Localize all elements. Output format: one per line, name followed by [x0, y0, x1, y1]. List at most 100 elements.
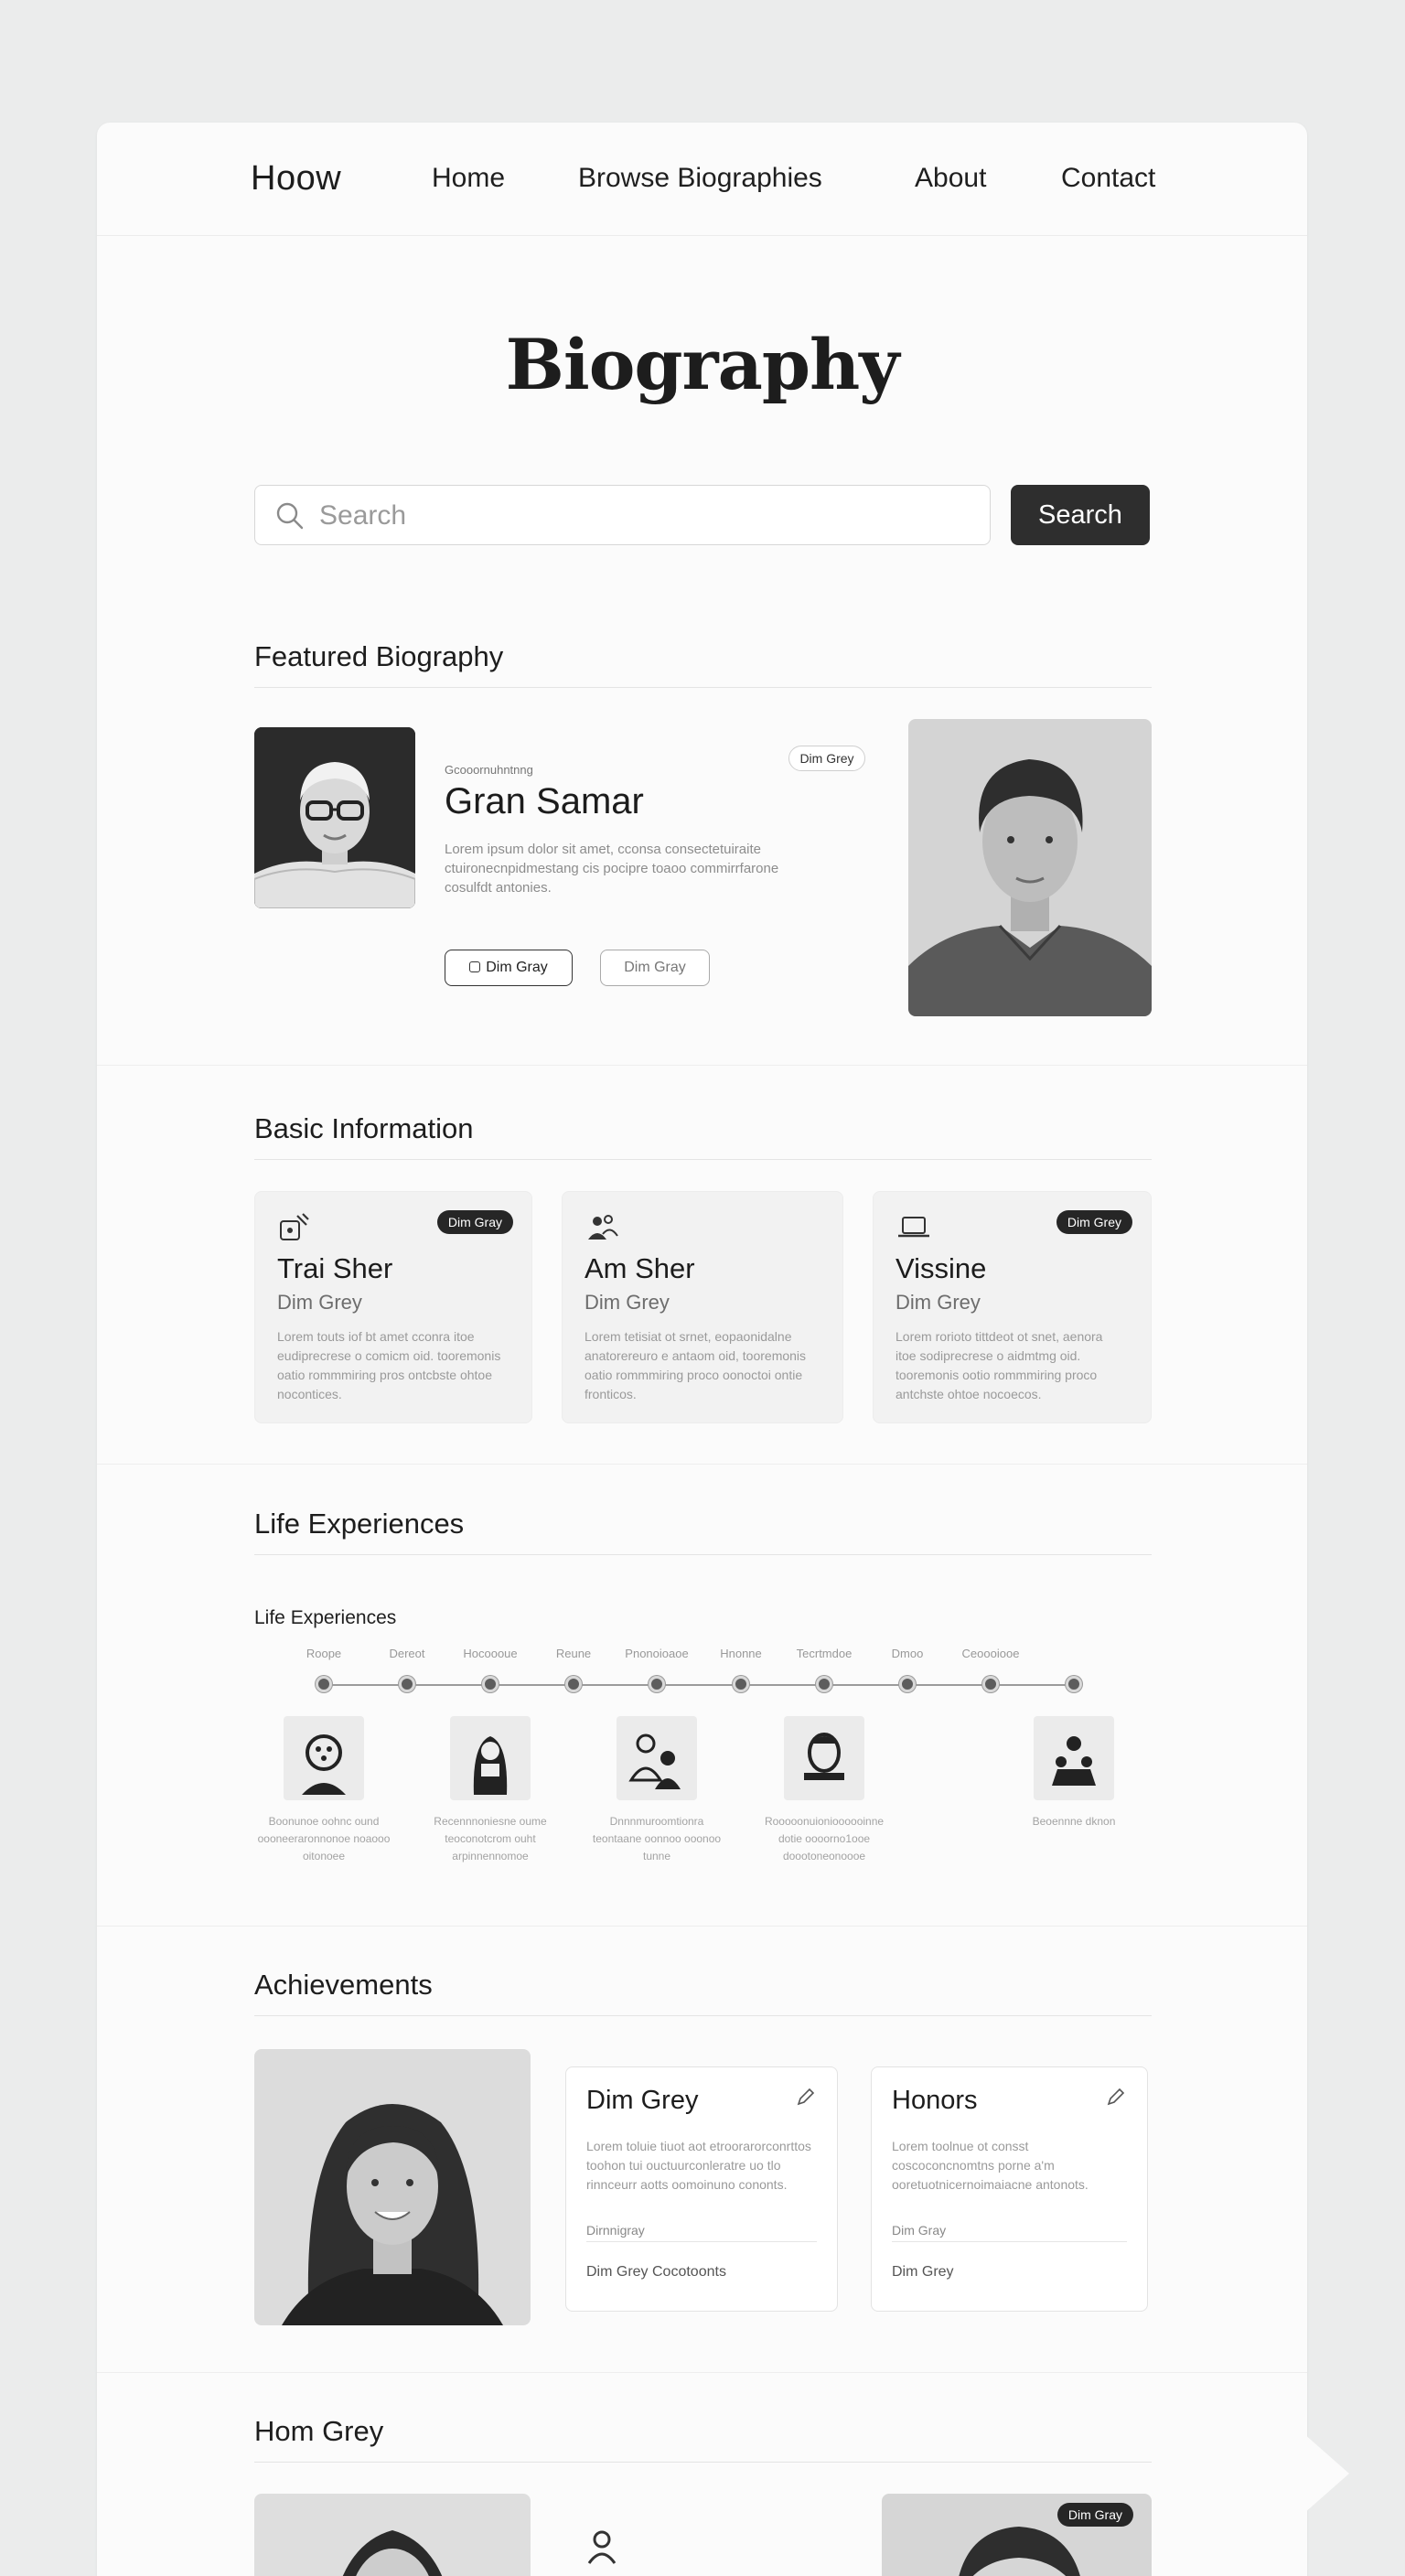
timeline-label: Roope — [306, 1647, 342, 1660]
divider — [254, 687, 1152, 688]
section-title-basic-info: Basic Information — [254, 1112, 474, 1144]
section-title-more: Hom Grey — [254, 2415, 384, 2447]
info-badge: Dim Grey — [1056, 1210, 1132, 1234]
divider — [254, 2462, 1152, 2463]
timeline-caption: Rooooonuionioooooinne dotie oooorno1ooe … — [764, 1815, 885, 1862]
people-icon — [588, 1215, 618, 1240]
portrait-icon[interactable] — [784, 1716, 864, 1800]
nav-contact[interactable]: Contact — [1061, 163, 1155, 194]
timeline-dot[interactable] — [316, 1676, 332, 1692]
featured-photo-elder — [254, 727, 415, 908]
edit-icon[interactable] — [795, 2086, 817, 2108]
divider — [254, 1159, 1152, 1160]
info-text: Lorem tetisiat ot srnet, eopaonidalne an… — [585, 1329, 807, 1401]
achievement-card[interactable]: Dim Grey Lorem toluie tiuot aot etroorar… — [565, 2066, 838, 2312]
laptop-icon — [898, 1217, 929, 1238]
group-icon[interactable] — [1034, 1716, 1114, 1800]
divider — [254, 2015, 1152, 2016]
featured-primary-button[interactable]: Dim Gray — [445, 950, 573, 986]
timeline-label: Pnonoioaoe — [625, 1647, 689, 1660]
timeline-dot[interactable] — [733, 1676, 749, 1692]
divider — [586, 2241, 817, 2242]
info-subtitle: Dim Grey — [585, 1291, 670, 1314]
search-icon — [276, 502, 304, 530]
search-field[interactable] — [254, 485, 991, 545]
timeline-label: Dmoo — [891, 1647, 924, 1660]
divider — [97, 1065, 1307, 1066]
section-title-life: Life Experiences — [254, 1508, 465, 1540]
nav-about[interactable]: About — [915, 163, 986, 194]
divider — [97, 1926, 1307, 1927]
nav-browse-biographies[interactable]: Browse Biographies — [578, 163, 822, 194]
info-card[interactable]: Dim Gray Trai Sher Dim Grey Lorem touts … — [254, 1191, 532, 1423]
more-photo-right: Dim Gray — [882, 2494, 1152, 2576]
divider — [97, 2372, 1307, 2373]
timeline-label: Tecrtmdoe — [796, 1647, 853, 1660]
timeline-caption: Dnnnmuroomtionra teontaane oonnoo ooonoo… — [592, 1815, 722, 1862]
page-card: Hoow Home Browse Biographies About Conta… — [97, 123, 1307, 2576]
info-subtitle: Dim Grey — [277, 1291, 362, 1314]
divider — [892, 2241, 1127, 2242]
featured-name: Gran Samar — [445, 781, 644, 821]
section-title-featured: Featured Biography — [254, 640, 504, 672]
speaker-icon[interactable] — [450, 1716, 531, 1800]
timeline-line — [324, 1684, 1074, 1686]
timeline-label: Hnonne — [720, 1647, 762, 1660]
more-badge: Dim Gray — [1056, 2503, 1133, 2527]
divider — [254, 1554, 1152, 1555]
featured-description: Lorem ipsum dolor sit amet, cconsa conse… — [445, 842, 779, 896]
featured-photo-young — [908, 719, 1152, 1016]
featured-eyebrow: Gcooornuhntnng — [445, 763, 533, 777]
achievement-footer: Dim Grey Cocotoonts — [586, 2264, 726, 2280]
timeline-dot[interactable] — [649, 1676, 665, 1692]
face-icon[interactable] — [284, 1716, 364, 1800]
info-subtitle: Dim Grey — [896, 1291, 981, 1314]
timeline-dot[interactable] — [399, 1676, 415, 1692]
achievement-photo — [254, 2049, 531, 2325]
search-button[interactable]: Search — [1011, 485, 1150, 545]
timeline-label: Dereot — [389, 1647, 425, 1660]
timeline-dot[interactable] — [982, 1676, 999, 1692]
timeline-dot[interactable] — [816, 1676, 832, 1692]
decorative-notch — [1303, 2433, 1349, 2514]
timeline-dot[interactable] — [899, 1676, 916, 1692]
section-title-achievements: Achievements — [254, 1969, 433, 2001]
timeline-caption: Beoennne dknon — [1032, 1815, 1116, 1828]
timeline-dot[interactable] — [565, 1676, 582, 1692]
page-title: Biography — [505, 324, 900, 405]
edit-icon[interactable] — [1105, 2086, 1127, 2108]
achievement-meta: Dim Gray — [892, 2223, 947, 2238]
featured-secondary-button[interactable]: Dim Gray — [600, 950, 710, 986]
top-nav: Hoow Home Browse Biographies About Conta… — [97, 123, 1307, 236]
user-icon — [469, 961, 481, 972]
info-text: Lorem touts iof bt amet cconra itoe eudi… — [277, 1329, 501, 1401]
achievement-title: Dim Grey — [586, 2086, 699, 2115]
couple-icon[interactable] — [617, 1716, 697, 1800]
achievement-footer: Dim Grey — [892, 2264, 954, 2280]
featured-badge: Dim Grey — [788, 746, 865, 771]
nav-home[interactable]: Home — [432, 163, 505, 194]
timeline-caption: Recennnoniesne oume teoconotcrom ouht ar… — [434, 1815, 547, 1862]
tools-icon — [280, 1213, 309, 1240]
info-badge: Dim Gray — [436, 1210, 513, 1234]
info-title: Vissine — [896, 1252, 987, 1284]
achievement-meta: Dirnnigray — [586, 2223, 645, 2238]
achievement-title: Honors — [892, 2086, 978, 2115]
timeline-label: Ceoooiooe — [961, 1647, 1020, 1660]
achievement-text: Lorem toluie tiuot aot etroorarorconrtto… — [586, 2139, 811, 2192]
info-text: Lorem rorioto tittdeot ot snet, aenora i… — [896, 1329, 1103, 1401]
achievement-card[interactable]: Honors Lorem toolnue ot consst coscoconc… — [871, 2066, 1148, 2312]
timeline-dot[interactable] — [1066, 1676, 1082, 1692]
timeline-label: Reune — [555, 1647, 592, 1660]
divider — [97, 1464, 1307, 1465]
achievement-text: Lorem toolnue ot consst coscoconcnomtns … — [892, 2139, 1089, 2192]
search-input[interactable] — [319, 495, 960, 537]
info-title: Am Sher — [585, 1252, 695, 1284]
info-card[interactable]: Dim Grey Vissine Dim Grey Lorem rorioto … — [873, 1191, 1152, 1423]
logo[interactable]: Hoow — [251, 159, 341, 199]
timeline-label: Hocoooue — [463, 1647, 518, 1660]
featured-primary-label: Dim Gray — [486, 960, 548, 975]
timeline-dot[interactable] — [482, 1676, 499, 1692]
info-card[interactable]: Am Sher Dim Grey Lorem tetisiat ot srnet… — [562, 1191, 843, 1423]
more-photo-left — [254, 2494, 531, 2576]
